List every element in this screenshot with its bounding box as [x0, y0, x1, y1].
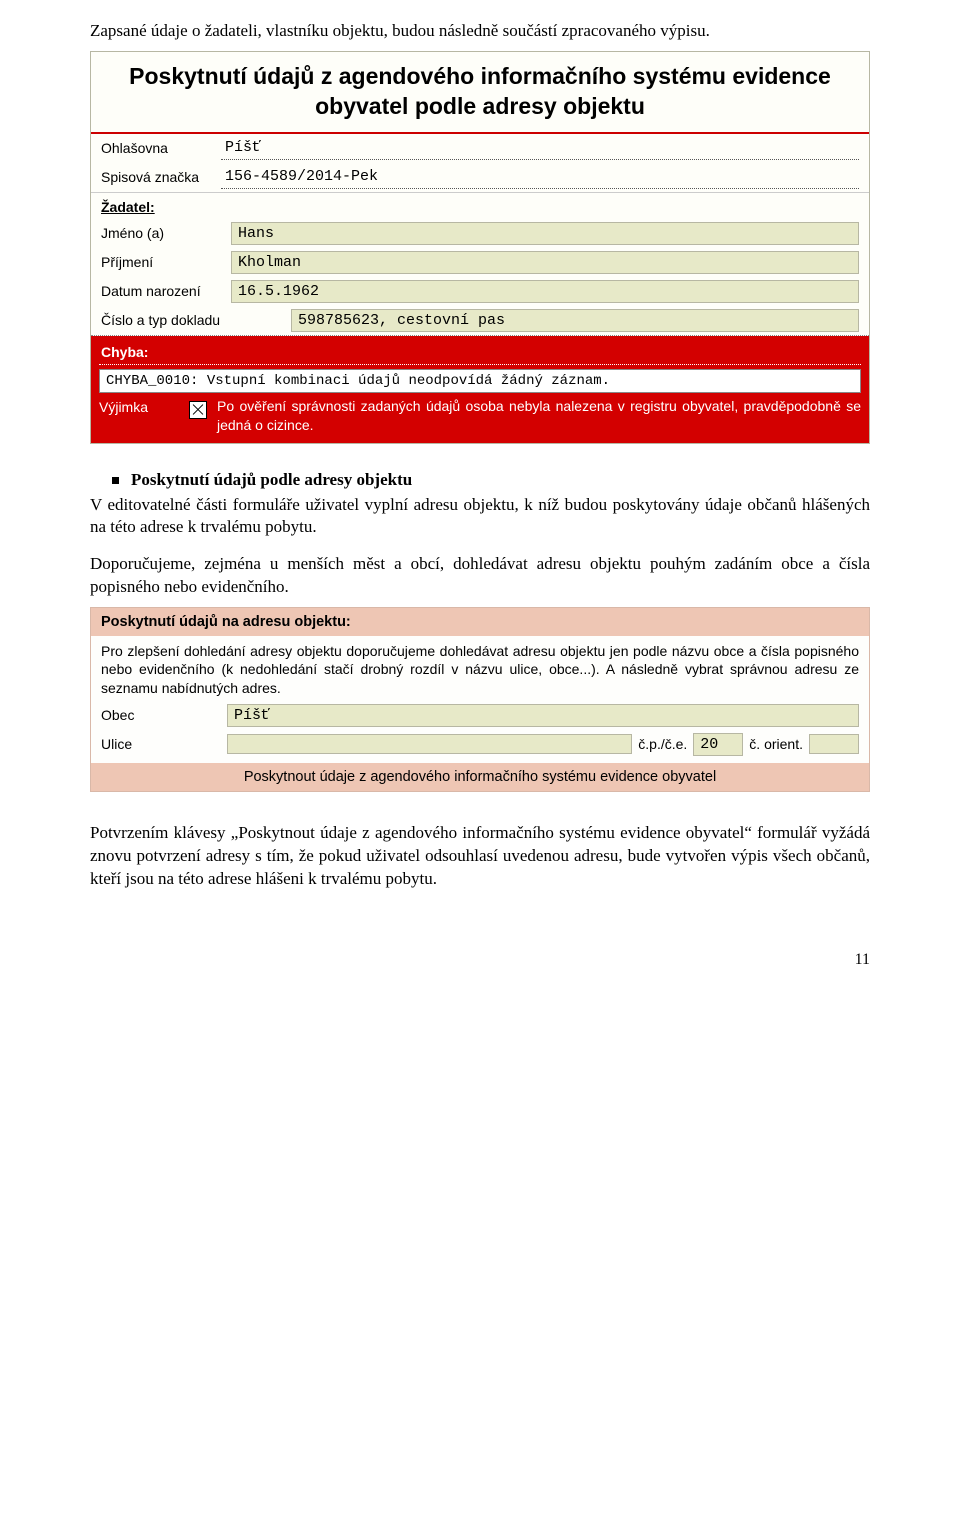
ulice-input[interactable]: [227, 734, 632, 754]
jmeno-label: Jméno (a): [101, 225, 231, 241]
doklad-label: Číslo a typ dokladu: [101, 312, 231, 328]
ohlasovna-value[interactable]: Píšť: [221, 137, 859, 160]
ulice-label: Ulice: [101, 736, 221, 752]
chyba-label: Chyba:: [99, 342, 861, 365]
doklad-input[interactable]: 598785623, cestovní pas: [291, 309, 859, 332]
form-poskytnuti-udaju: Poskytnutí údajů z agendového informační…: [90, 51, 870, 444]
form1-title: Poskytnutí údajů z agendového informační…: [91, 52, 869, 132]
chyba-message: CHYBA_0010: Vstupní kombinaci údajů neod…: [99, 369, 861, 393]
paragraph-1: V editovatelné části formuláře uživatel …: [90, 494, 870, 540]
datum-input[interactable]: 16.5.1962: [231, 280, 859, 303]
ohlasovna-label: Ohlašovna: [101, 140, 221, 156]
prijmeni-label: Příjmení: [101, 254, 231, 270]
error-panel: Chyba: CHYBA_0010: Vstupní kombinaci úda…: [91, 336, 869, 443]
obec-input[interactable]: Píšť: [227, 704, 859, 727]
submit-button[interactable]: Poskytnout údaje z agendového informační…: [91, 763, 869, 791]
paragraph-3: Potvrzením klávesy „Poskytnout údaje z a…: [90, 822, 870, 891]
zadatel-section-head: Žadatel:: [91, 192, 869, 219]
obec-label: Obec: [101, 707, 221, 723]
orient-input[interactable]: [809, 734, 859, 754]
datum-label: Datum narození: [101, 283, 231, 299]
bullet-item: Poskytnutí údajů podle adresy objektu: [90, 470, 870, 490]
spisova-value[interactable]: 156-4589/2014-Pek: [221, 166, 859, 189]
form2-info: Pro zlepšení dohledání adresy objektu do…: [91, 636, 869, 701]
jmeno-input[interactable]: Hans: [231, 222, 859, 245]
orient-label: č. orient.: [749, 736, 803, 752]
vyjimka-label: Výjimka: [99, 397, 179, 415]
bullet-text: Poskytnutí údajů podle adresy objektu: [131, 470, 412, 490]
intro-paragraph: Zapsané údaje o žadateli, vlastníku obje…: [90, 20, 870, 43]
page-number: 11: [90, 891, 870, 969]
form-adresa-objektu: Poskytnutí údajů na adresu objektu: Pro …: [90, 607, 870, 792]
spisova-label: Spisová značka: [101, 169, 221, 185]
vyjimka-checkbox[interactable]: [189, 401, 207, 419]
bullet-icon: [112, 477, 119, 484]
paragraph-2: Doporučujeme, zejména u menších měst a o…: [90, 553, 870, 599]
cp-label: č.p./č.e.: [638, 736, 687, 752]
prijmeni-input[interactable]: Kholman: [231, 251, 859, 274]
form2-head: Poskytnutí údajů na adresu objektu:: [91, 608, 869, 636]
vyjimka-text: Po ověření správnosti zadaných údajů oso…: [217, 397, 861, 435]
cp-input[interactable]: 20: [693, 733, 743, 756]
